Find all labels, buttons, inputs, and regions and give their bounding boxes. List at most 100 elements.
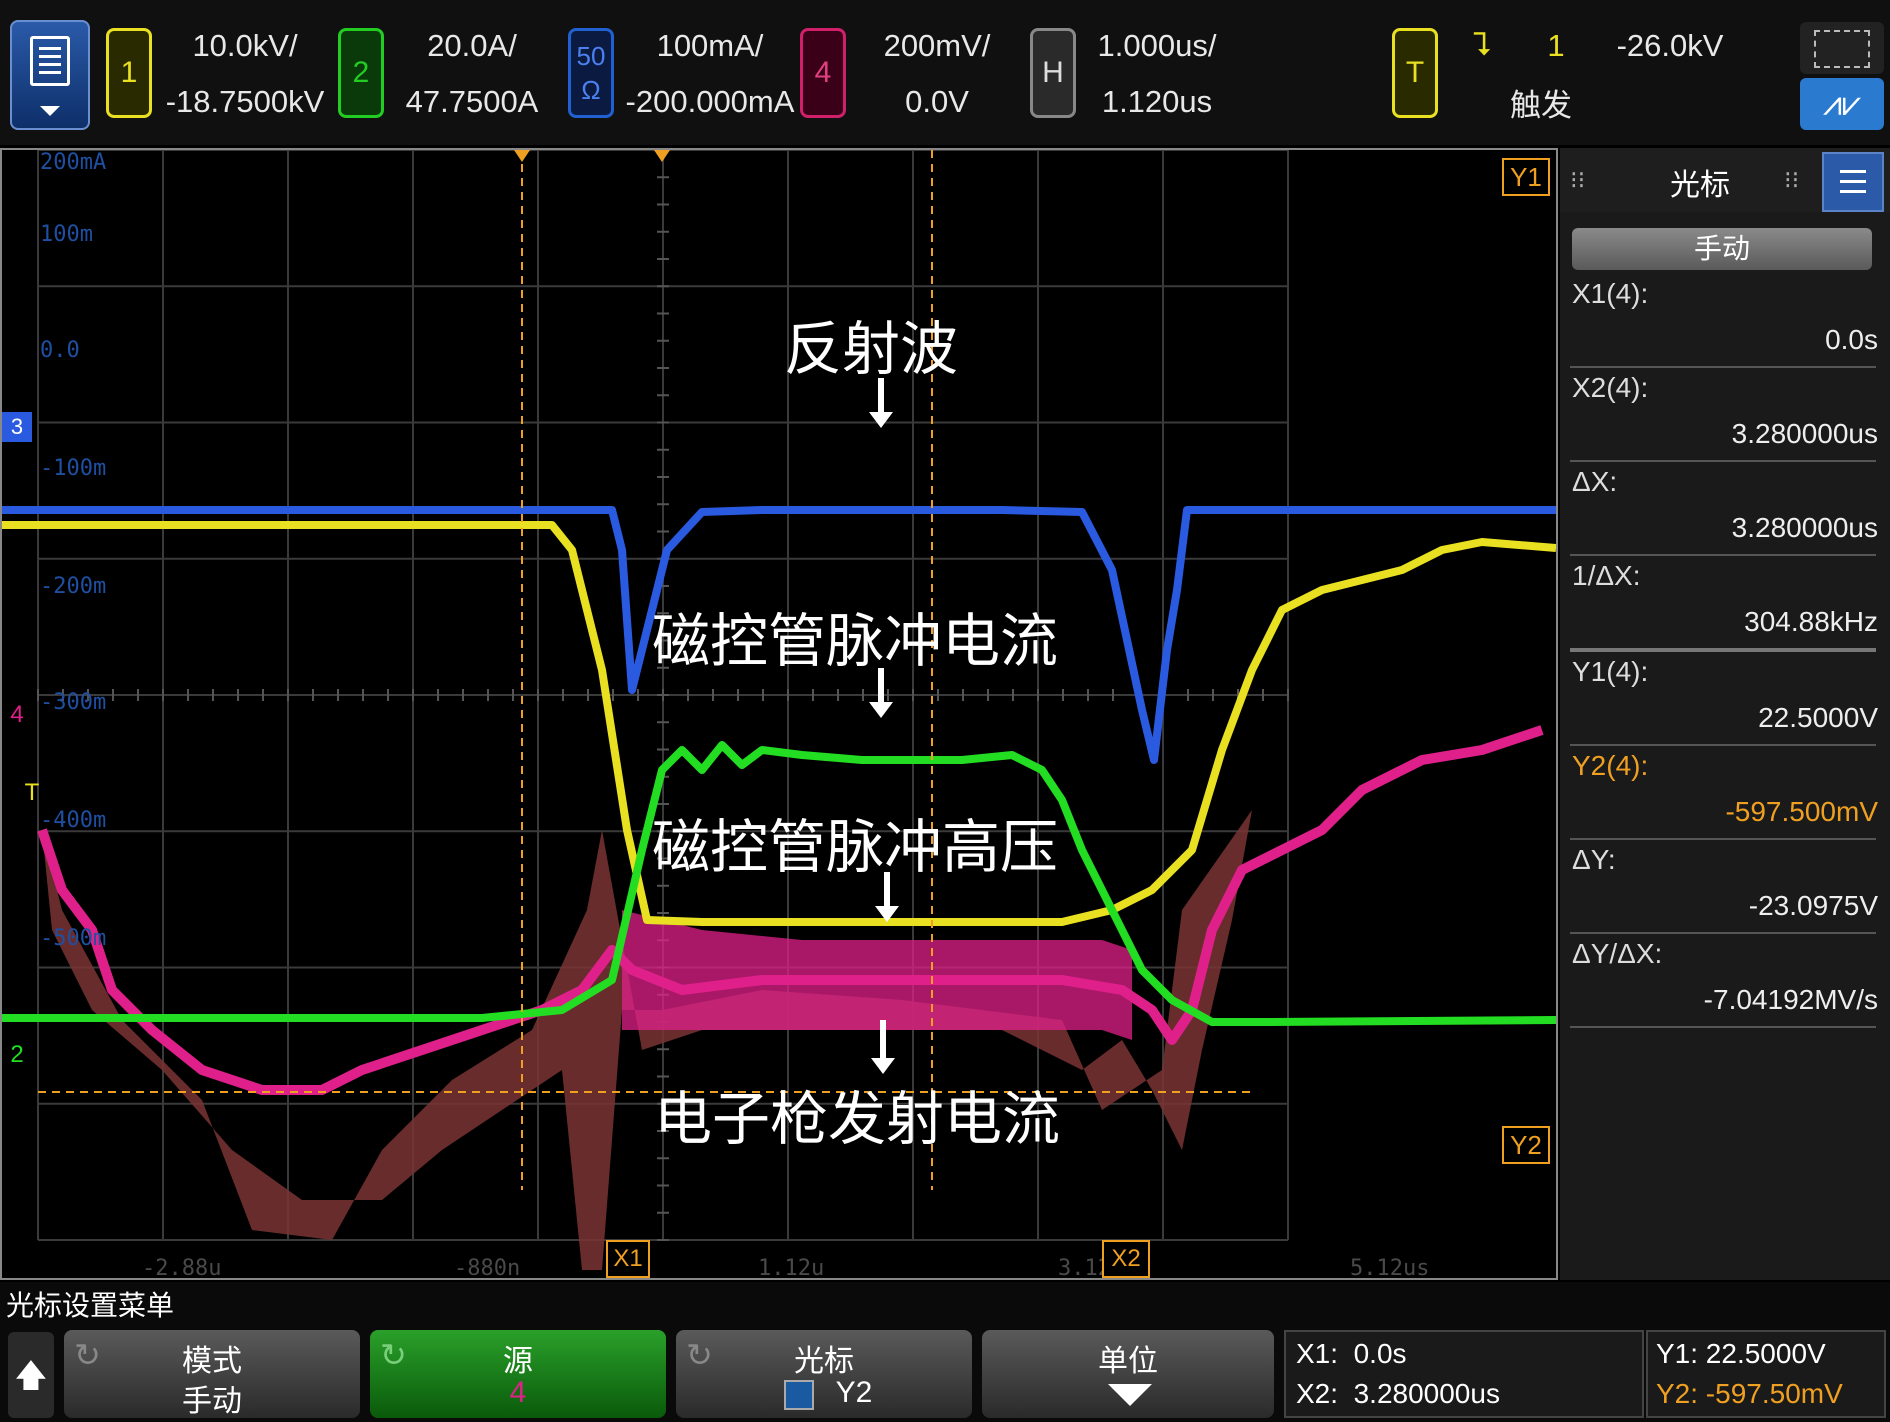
magnetron-voltage-label: 磁控管脉冲高压 [652,813,1059,881]
x2-cursor-tag[interactable]: X2 [1102,1240,1150,1278]
ch4-badge[interactable]: 4 [800,28,846,118]
trigger-level: -26.0kV [1616,28,1724,63]
divider [1570,838,1876,840]
divider [1570,932,1876,934]
divider [1570,744,1876,746]
y1-cursor-tag[interactable]: Y1 [1502,158,1550,196]
y1-label: Y1(4): [1572,656,1649,687]
cursor-label: 光标 [794,1345,854,1378]
source-softkey[interactable]: ↻ 源 4 [370,1330,666,1418]
menu-caption: 光标设置菜单 [6,1290,175,1321]
cursor-value: Y2 [835,1376,873,1409]
horizontal-delay: 1.120us [1101,84,1213,119]
units-softkey[interactable]: 单位 [982,1330,1274,1418]
divider [1570,554,1876,556]
ch2-offset: 47.7500A [405,84,539,119]
zoom-box-icon[interactable] [1800,22,1884,74]
dydx-label: ΔY/ΔX: [1572,938,1663,969]
readout-y2: Y2: -597.50mV [1656,1378,1843,1409]
ch2-scale: 20.0A/ [427,28,517,63]
ch1-offset: -18.7500kV [165,84,325,119]
mode-label: 模式 [182,1345,242,1378]
y1-value: 22.5000V [1758,702,1878,733]
ch4-offset: 0.0V [905,84,969,119]
x2-label: X2(4): [1572,372,1649,403]
ch4-scale: 200mV/ [883,28,991,63]
cursor-panel: ⁝⁝ 光标 ⁝⁝ 手动 X1(4): 0.0s X2(4): 3.280000u… [1560,148,1890,1280]
ch1-scale: 10.0kV/ [192,28,298,63]
cursor-readout-y: Y1: 22.5000V Y2: -597.50mV [1646,1330,1886,1418]
y-label-5: -300m [40,690,107,715]
magnetron-voltage-arrow [875,872,899,922]
x-label-2: 1.12u [758,1256,825,1281]
main-menu-button[interactable] [10,20,90,130]
x2-value: 3.280000us [1731,418,1878,449]
cursor-mode-button[interactable]: 手动 [1572,228,1872,270]
back-button[interactable]: 🡅 [8,1332,54,1418]
dy-value: -23.0975V [1748,890,1878,921]
cursor-softkey[interactable]: ↻ 光标 Y2 [676,1330,972,1418]
inv-dx-label: 1/ΔX: [1572,560,1641,591]
trigger-mode: 触发 [1510,88,1572,123]
trigger-badge[interactable]: T [1392,28,1438,118]
cursor-panel-header: ⁝⁝ 光标 ⁝⁝ [1560,148,1890,212]
x1-cursor-tag[interactable]: X1 [606,1240,650,1278]
readout-y1: Y1: 22.5000V [1656,1338,1826,1369]
x-label-4: 5.12us [1350,1256,1430,1281]
softkey-bar: 光标设置菜单 🡅 ↻ 模式 手动 ↻ 源 4 ↻ 光标 Y2 单位 X1: 0.… [0,1282,1890,1422]
y2-cursor-tag[interactable]: Y2 [1502,1126,1550,1164]
ch3-badge[interactable]: 50 Ω [568,28,614,118]
gun-current-arrow [871,1020,895,1074]
y2-value: -597.500mV [1725,796,1878,827]
source-value: 4 [509,1376,527,1409]
source-label: 源 [503,1345,533,1378]
horizontal-scale: 1.000us/ [1097,28,1217,63]
gun-current-label: 电子枪发射电流 [654,1085,1061,1153]
y-label-4: -200m [40,574,107,599]
x1-label: X1(4): [1572,278,1649,309]
horizontal-badge[interactable]: H [1030,28,1076,118]
magnetron-current-label: 磁控管脉冲电流 [652,607,1059,675]
status-bar: 1 10.0kV/ -18.7500kV 2 20.0A/ 47.7500A 5… [0,0,1890,145]
reflected-wave-label: 反射波 [784,315,959,383]
horizontal-ref-marker [654,150,670,162]
ch1-badge[interactable]: 1 [106,28,152,118]
y-label-0: 200mA [40,150,107,175]
y-label-1: 100m [40,222,93,247]
waveform-display[interactable]: 200mA 100m 0.0 -100m -200m -300m -400m -… [0,148,1558,1281]
ch4-ground-marker[interactable]: 4 [2,700,32,730]
divider [1570,648,1876,652]
y-label-6: -400m [40,808,107,833]
cursor-panel-title: 光标 [1670,169,1730,202]
trigger-position-marker [514,150,530,162]
inv-dx-value: 304.88kHz [1744,606,1878,637]
drag-handle-icon[interactable]: ⁝⁝ [1570,166,1585,195]
ch3-offset: -200.000mA [625,84,795,119]
mode-value: 手动 [182,1385,242,1418]
reflected-wave-arrow [869,378,893,428]
submenu-down-icon [1108,1384,1152,1406]
y2-label: Y2(4): [1572,750,1649,781]
ch3-ground-marker[interactable]: 3 [2,412,32,442]
ch2-badge[interactable]: 2 [338,28,384,118]
touch-cursor-button[interactable]: ⩘⩗ [1800,78,1884,130]
y-label-3: -100m [40,456,107,481]
trigger-edge-icon: ⮧ [1472,26,1492,62]
y-label-7: -500m [40,926,107,951]
divider [1570,366,1876,368]
divider [1570,1026,1876,1028]
ch2-ground-marker[interactable]: 2 [2,1040,32,1070]
dropdown-icon [40,106,60,116]
trigger-source: 1 [1547,28,1565,63]
mode-softkey[interactable]: ↻ 模式 手动 [64,1330,360,1418]
units-label: 单位 [1098,1345,1158,1378]
trigger-level-marker[interactable]: T [20,778,44,808]
dydx-value: -7.04192MV/s [1703,984,1878,1015]
drag-handle-icon[interactable]: ⁝⁝ [1784,166,1799,195]
panel-menu-icon[interactable] [1822,152,1884,212]
dx-value: 3.280000us [1731,512,1878,543]
y-label-2: 0.0 [40,338,80,363]
ch4-trace [37,725,1544,1095]
menu-icon [30,36,70,86]
dy-label: ΔY: [1572,844,1616,875]
